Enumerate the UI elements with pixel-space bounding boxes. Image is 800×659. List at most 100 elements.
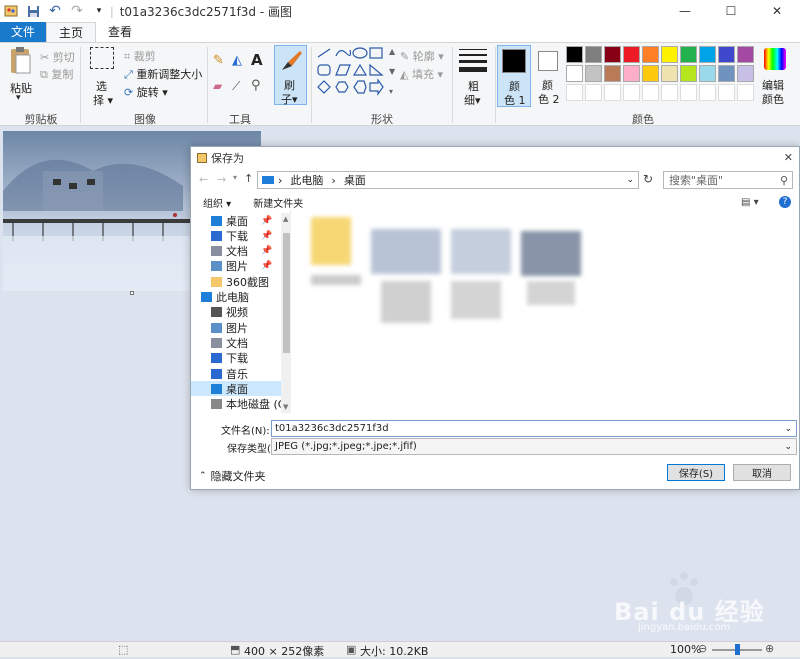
palette-swatch-empty[interactable]: [661, 84, 678, 101]
shapes-scroll-down-icon[interactable]: ▼: [389, 67, 395, 76]
nav-item[interactable]: 视频: [211, 305, 248, 320]
nav-item[interactable]: 本地磁盘 (C: [211, 397, 285, 412]
palette-swatch[interactable]: [680, 46, 697, 63]
nav-scrollbar[interactable]: ▲ ▼: [281, 213, 291, 413]
pin-icon[interactable]: 📌: [261, 246, 272, 256]
nav-item[interactable]: 桌面: [191, 381, 281, 397]
breadcrumb-this-pc[interactable]: 此电脑: [290, 172, 323, 188]
redo-icon[interactable]: ↷: [69, 3, 85, 19]
zoom-slider[interactable]: [712, 644, 762, 655]
palette-swatch[interactable]: [737, 65, 754, 82]
color1-button[interactable]: 颜 色 1: [497, 45, 531, 107]
palette-swatch-empty[interactable]: [604, 84, 621, 101]
nav-item[interactable]: 下载 📌: [211, 228, 272, 243]
hide-folders-toggle[interactable]: ⌃ 隐藏文件夹: [199, 467, 266, 485]
filetype-select[interactable]: JPEG (*.jpg;*.jpeg;*.jpe;*.jfif) ⌄: [271, 438, 797, 455]
nav-item[interactable]: 360截图: [211, 274, 269, 289]
fill-button[interactable]: ◭ 填充 ▾: [400, 66, 443, 82]
pin-icon[interactable]: 📌: [261, 231, 272, 241]
nav-item[interactable]: 文档: [211, 335, 248, 350]
select-button[interactable]: 选 择 ▾: [88, 47, 118, 107]
palette-swatch-empty[interactable]: [642, 84, 659, 101]
zoom-slider-thumb[interactable]: [734, 644, 740, 655]
resize-button[interactable]: ⤢ 重新调整大小: [124, 66, 202, 82]
dialog-close-button[interactable]: ✕: [784, 151, 793, 164]
paste-button[interactable]: 粘贴 ▾: [6, 46, 36, 106]
filetype-dropdown-icon[interactable]: ⌄: [784, 442, 792, 452]
cut-button[interactable]: ✂ 剪切: [40, 49, 75, 65]
palette-swatch-empty[interactable]: [718, 84, 735, 101]
help-icon[interactable]: ?: [779, 196, 791, 208]
address-dropdown-icon[interactable]: ⌄: [626, 175, 634, 185]
nav-item[interactable]: 音乐: [211, 366, 248, 381]
fill-bucket-icon[interactable]: ◭: [232, 53, 242, 68]
text-tool-icon[interactable]: A: [251, 51, 263, 69]
file-list[interactable]: [295, 211, 799, 413]
save-icon[interactable]: [25, 3, 41, 19]
outline-button[interactable]: ✎ 轮廓 ▾: [400, 48, 444, 64]
address-bar[interactable]: › 此电脑 › 桌面 ⌄: [257, 171, 639, 189]
shapes-scroll-up-icon[interactable]: ▲: [389, 47, 395, 56]
palette-swatch-empty[interactable]: [623, 84, 640, 101]
shapes-gallery[interactable]: [316, 47, 386, 101]
palette-swatch[interactable]: [585, 46, 602, 63]
canvas-resize-handle[interactable]: [130, 291, 134, 295]
pencil-icon[interactable]: ✎: [213, 53, 224, 68]
palette-swatch-empty[interactable]: [680, 84, 697, 101]
palette-swatch[interactable]: [604, 46, 621, 63]
nav-item[interactable]: 桌面 📌: [211, 213, 272, 228]
nav-item[interactable]: 此电脑: [201, 290, 249, 305]
back-arrow-icon[interactable]: ←: [199, 173, 208, 186]
nav-item[interactable]: 下载: [211, 351, 248, 366]
shapes-expand-icon[interactable]: ▾: [389, 87, 393, 96]
new-folder-button[interactable]: 新建文件夹: [253, 195, 303, 210]
zoom-out-icon[interactable]: ⊖: [698, 642, 707, 655]
tab-file[interactable]: 文件: [0, 22, 46, 42]
nav-item[interactable]: 图片: [211, 320, 248, 335]
palette-swatch-empty[interactable]: [699, 84, 716, 101]
pin-icon[interactable]: 📌: [261, 261, 272, 271]
forward-arrow-icon[interactable]: →: [217, 173, 226, 186]
tab-view[interactable]: 查看: [96, 22, 144, 42]
palette-swatch[interactable]: [642, 46, 659, 63]
palette-swatch[interactable]: [680, 65, 697, 82]
breadcrumb-desktop[interactable]: 桌面: [344, 172, 366, 188]
organize-button[interactable]: 组织 ▾: [203, 195, 231, 210]
undo-icon[interactable]: ↶: [47, 3, 63, 19]
file-item[interactable]: [381, 281, 431, 323]
file-item[interactable]: [527, 281, 575, 305]
nav-item[interactable]: 文档 📌: [211, 244, 272, 259]
palette-swatch[interactable]: [699, 65, 716, 82]
edit-colors-button[interactable]: 编辑 颜色: [758, 45, 792, 107]
palette-swatch-empty[interactable]: [737, 84, 754, 101]
palette-swatch[interactable]: [623, 46, 640, 63]
color2-button[interactable]: 颜 色 2: [534, 45, 564, 107]
maximize-button[interactable]: ☐: [708, 0, 754, 22]
palette-swatch[interactable]: [585, 65, 602, 82]
palette-swatch[interactable]: [566, 65, 583, 82]
zoom-in-icon[interactable]: ⊕: [765, 642, 774, 655]
palette-swatch[interactable]: [718, 65, 735, 82]
nav-item[interactable]: 图片 📌: [211, 259, 272, 274]
magnifier-icon[interactable]: ⚲: [251, 78, 261, 93]
pin-icon[interactable]: 📌: [261, 216, 272, 226]
eraser-icon[interactable]: ▰: [213, 79, 222, 93]
palette-swatch[interactable]: [566, 46, 583, 63]
recent-locations-icon[interactable]: ▾: [233, 173, 237, 182]
file-item[interactable]: [311, 275, 361, 285]
palette-swatch[interactable]: [718, 46, 735, 63]
size-button[interactable]: 粗 细▾: [456, 47, 492, 107]
search-box[interactable]: 搜索"桌面" ⚲: [663, 171, 793, 189]
palette-swatch-empty[interactable]: [585, 84, 602, 101]
cancel-button[interactable]: 取消: [733, 464, 791, 481]
paste-dropdown-icon[interactable]: ▾: [16, 93, 21, 103]
minimize-button[interactable]: —: [662, 0, 708, 22]
palette-swatch[interactable]: [623, 65, 640, 82]
refresh-icon[interactable]: ↻: [643, 172, 653, 186]
quick-access-dropdown-icon[interactable]: ▾: [91, 3, 107, 19]
file-item[interactable]: [521, 231, 581, 276]
close-button[interactable]: ✕: [754, 0, 800, 22]
file-item[interactable]: [371, 229, 441, 274]
palette-swatch[interactable]: [661, 65, 678, 82]
save-button[interactable]: 保存(S): [667, 464, 725, 481]
